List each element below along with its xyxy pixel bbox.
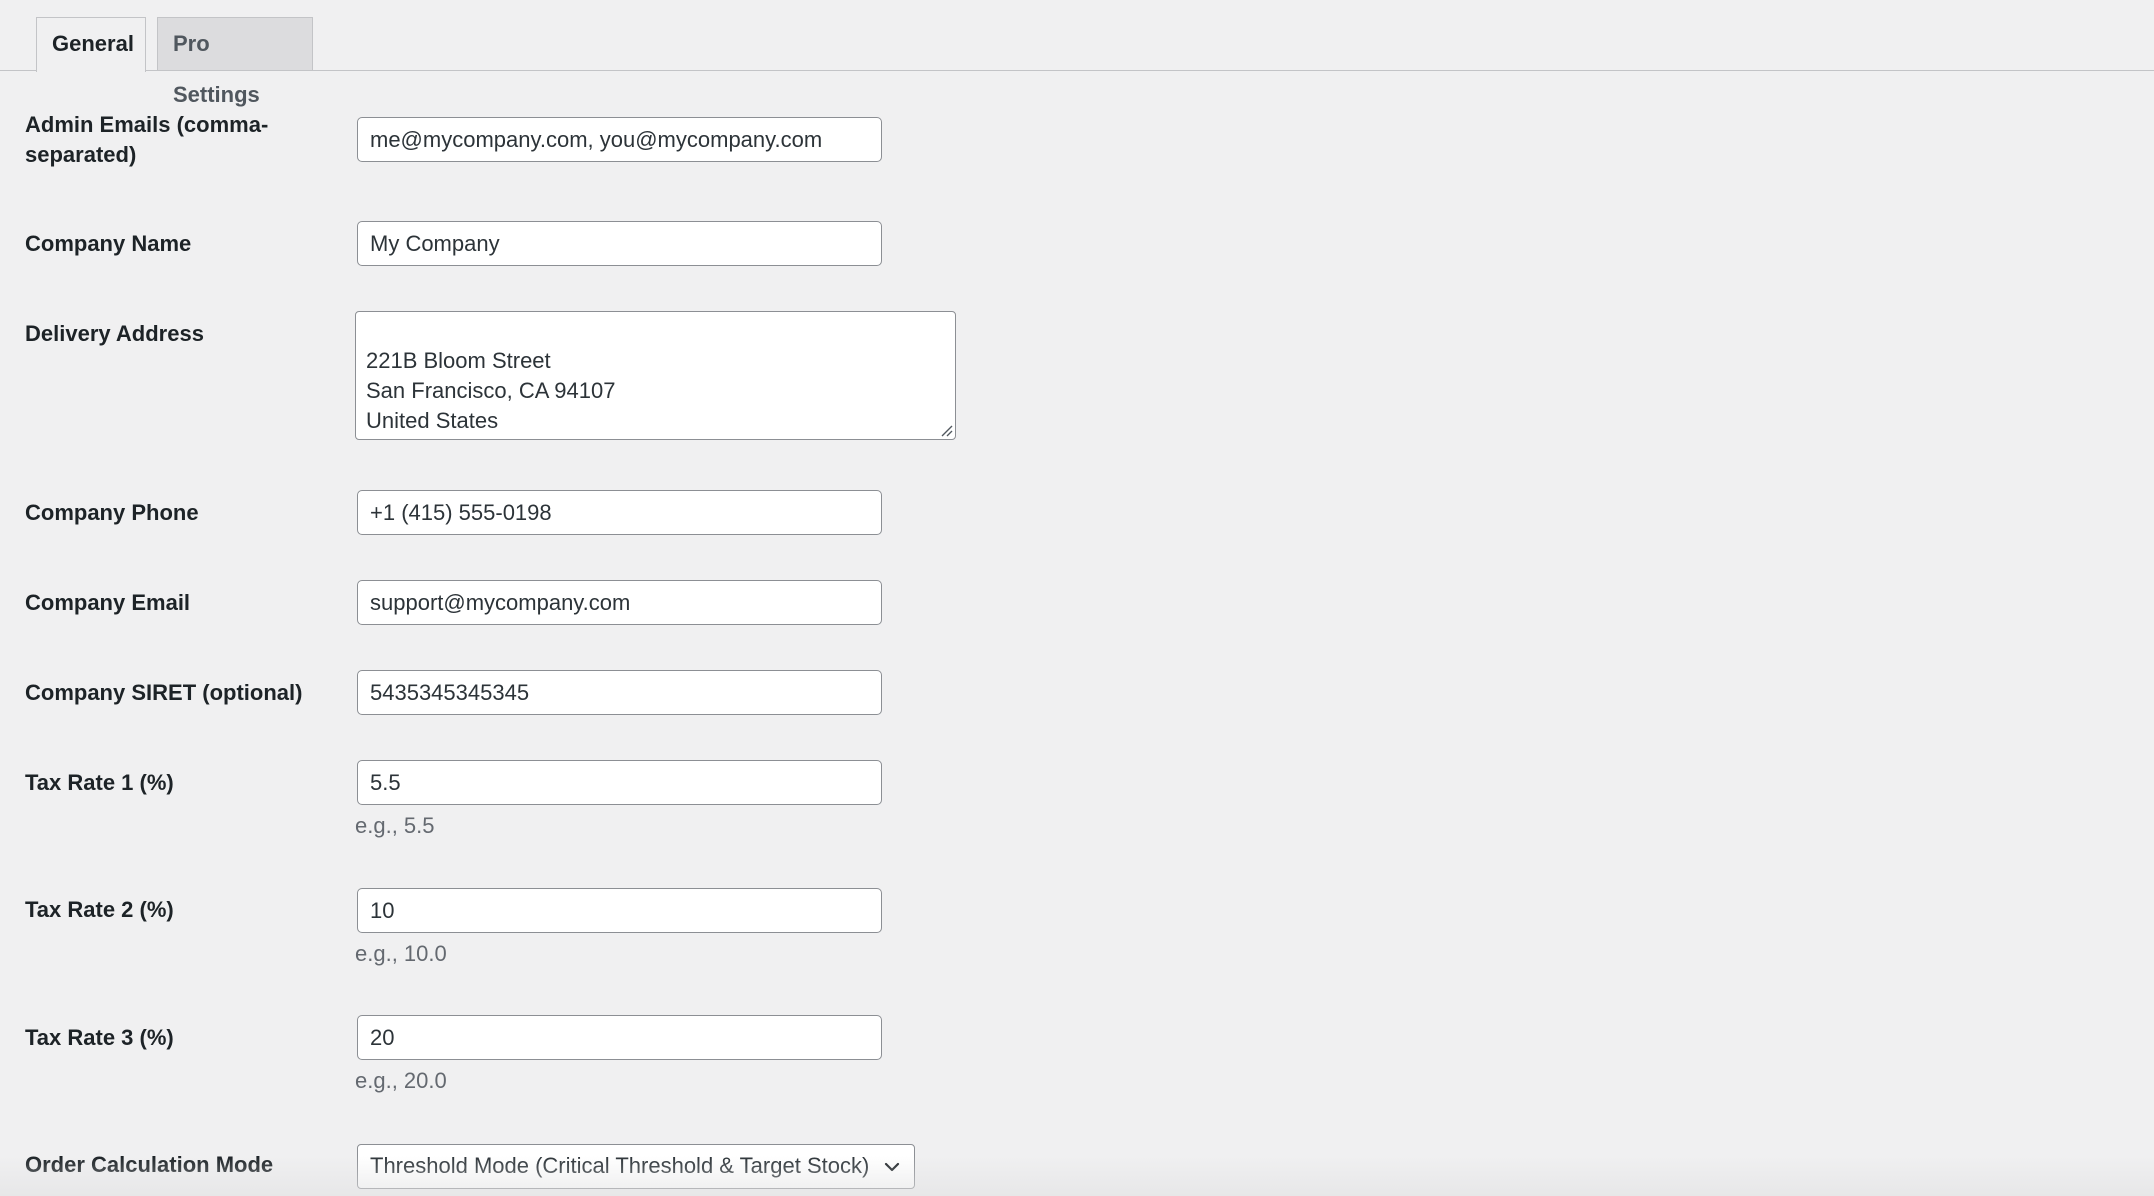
tax-rate-1-hint: e.g., 5.5 xyxy=(355,813,435,838)
delivery-address-text: 221B Bloom Street San Francisco, CA 9410… xyxy=(366,348,616,433)
tax-rate-3-hint: e.g., 20.0 xyxy=(355,1068,447,1093)
chevron-down-icon xyxy=(884,1162,900,1172)
company-phone-label: Company Phone xyxy=(25,500,199,525)
company-name-input[interactable] xyxy=(357,221,882,266)
tab-general[interactable]: General xyxy=(36,17,146,72)
resize-grip-icon[interactable] xyxy=(939,423,953,437)
tax-rate-2-label: Tax Rate 2 (%) xyxy=(25,897,174,922)
settings-tabs: General Pro Settings xyxy=(0,0,2154,107)
company-email-label: Company Email xyxy=(25,590,191,615)
delivery-address-label: Delivery Address xyxy=(25,321,204,346)
tab-pro-settings[interactable]: Pro Settings xyxy=(157,17,313,107)
order-calculation-mode-value: Threshold Mode (Critical Threshold & Tar… xyxy=(370,1153,870,1178)
tax-rate-2-hint: e.g., 10.0 xyxy=(355,941,447,966)
admin-emails-input[interactable] xyxy=(357,117,882,162)
tax-rate-3-input[interactable] xyxy=(357,1015,882,1060)
tax-rate-2-input[interactable] xyxy=(357,888,882,933)
company-phone-input[interactable] xyxy=(357,490,882,535)
company-name-label: Company Name xyxy=(25,231,192,256)
company-email-input[interactable] xyxy=(357,580,882,625)
company-siret-input[interactable] xyxy=(357,670,882,715)
tax-rate-3-label: Tax Rate 3 (%) xyxy=(25,1025,174,1050)
tax-rate-1-label: Tax Rate 1 (%) xyxy=(25,770,174,795)
order-calculation-mode-select[interactable]: Threshold Mode (Critical Threshold & Tar… xyxy=(357,1144,915,1189)
settings-page: General Pro Settings Admin Emails (comma… xyxy=(0,0,2154,1196)
order-calculation-mode-label: Order Calculation Mode xyxy=(25,1152,274,1177)
tax-rate-1-input[interactable] xyxy=(357,760,882,805)
company-siret-label: Company SIRET (optional) xyxy=(25,680,303,705)
admin-emails-label: Admin Emails (comma-separated) xyxy=(25,112,269,167)
delivery-address-textarea[interactable]: 221B Bloom Street San Francisco, CA 9410… xyxy=(355,311,956,440)
